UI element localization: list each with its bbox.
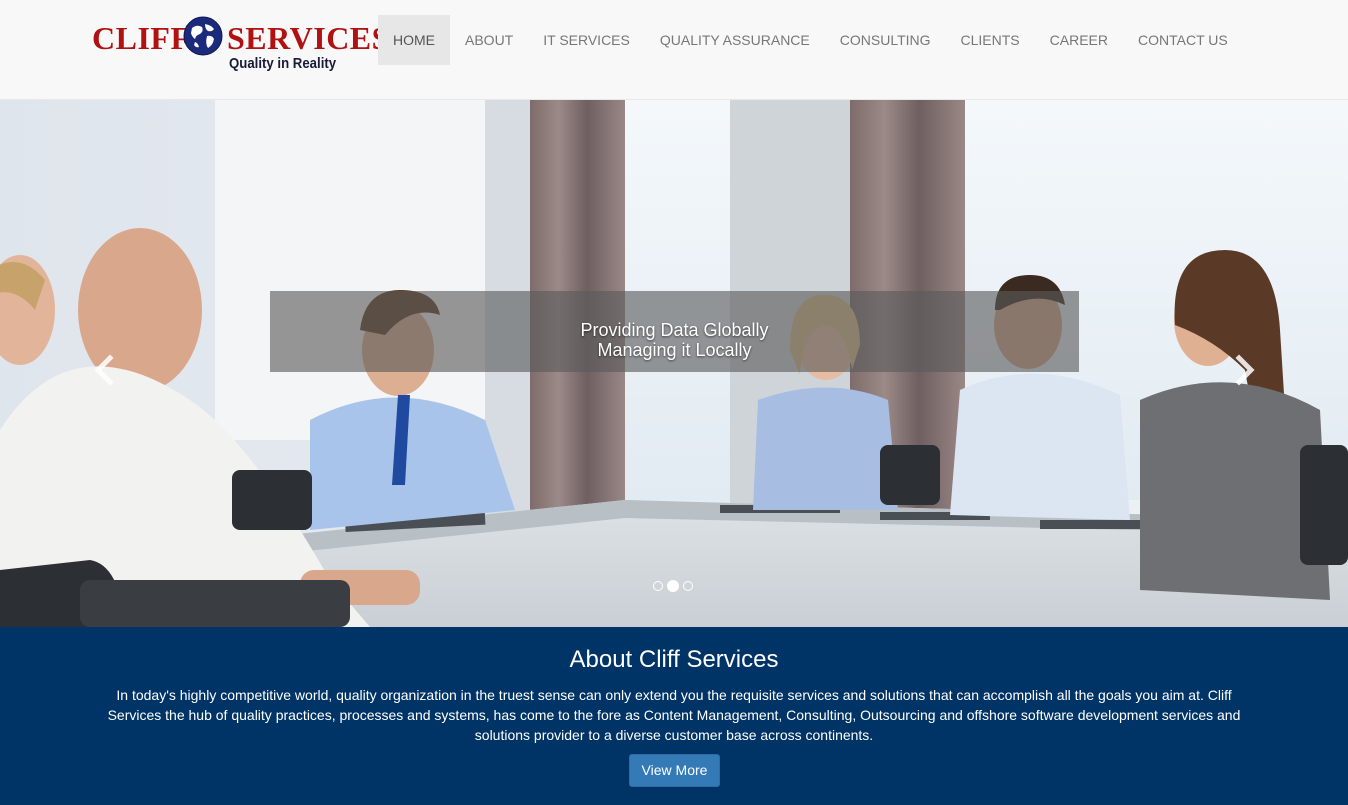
view-more-button[interactable]: View More [629, 754, 720, 787]
main-nav: HOME ABOUT IT SERVICES QUALITY ASSURANCE… [378, 15, 1243, 65]
nav-item-contact-us[interactable]: CONTACT US [1123, 15, 1243, 65]
nav-item-consulting[interactable]: CONSULTING [825, 15, 946, 65]
carousel-next-button[interactable] [1230, 352, 1260, 388]
carousel-indicators [653, 580, 693, 592]
brand-tagline: Quality in Reality [229, 55, 337, 72]
nav-item-home[interactable]: HOME [378, 15, 450, 65]
site-header: CLIFF SERVICES Quality in Reality HOME A… [0, 0, 1348, 100]
hero-carousel: Providing Data Globally Managing it Loca… [0, 100, 1348, 627]
about-section: About Cliff Services In today's highly c… [0, 627, 1348, 805]
nav-item-clients[interactable]: CLIENTS [946, 15, 1035, 65]
about-title: About Cliff Services [569, 646, 779, 673]
nav-item-quality-assurance[interactable]: QUALITY ASSURANCE [645, 15, 825, 65]
carousel-dot-1[interactable] [653, 581, 663, 591]
caption-line-1: Providing Data Globally [580, 320, 769, 340]
brand-name-right: SERVICES [227, 20, 390, 56]
nav-item-career[interactable]: CAREER [1035, 15, 1123, 65]
carousel-dot-2[interactable] [667, 580, 679, 592]
chevron-left-icon [94, 354, 114, 386]
about-text: In today's highly competitive world, qua… [107, 687, 1241, 743]
caption-line-2: Managing it Locally [597, 340, 752, 360]
chevron-right-icon [1235, 354, 1255, 386]
hero-caption: Providing Data Globally Managing it Loca… [270, 291, 1079, 372]
brand-logo[interactable]: CLIFF SERVICES Quality in Reality [92, 14, 389, 80]
nav-item-it-services[interactable]: IT SERVICES [528, 15, 645, 65]
nav-item-about[interactable]: ABOUT [450, 15, 528, 65]
brand-name-left: CLIFF [92, 20, 191, 56]
carousel-prev-button[interactable] [89, 352, 119, 388]
carousel-dot-3[interactable] [683, 581, 693, 591]
globe-icon [183, 16, 223, 56]
